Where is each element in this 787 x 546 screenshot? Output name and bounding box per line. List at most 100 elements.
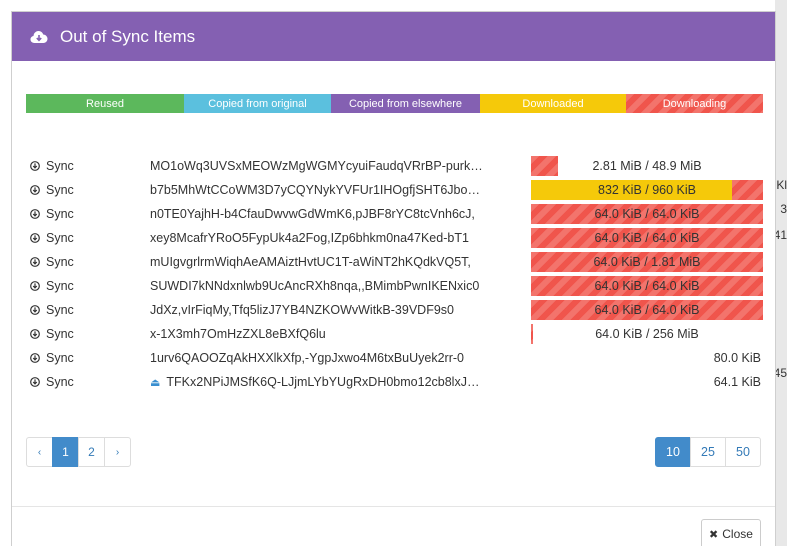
dialog-header: Out of Sync Items: [12, 12, 775, 61]
file-size: 80.0 KiB: [713, 351, 761, 365]
file-name: ⏏ TFKx2NPiJMSfK6Q-LJjmLYbYUgRxDH0bmo12cb8…: [150, 375, 522, 389]
cloud-download-icon: [30, 30, 48, 43]
page-size-10[interactable]: 10: [655, 437, 691, 467]
legend-copied-from-elsewhere: Copied from elsewhere: [331, 94, 480, 113]
dialog-title: Out of Sync Items: [60, 26, 196, 46]
list-item: Sync SUWDI7kNNdxnlwb9UcAncRXh8nqa,,BMimbP…: [30, 274, 763, 298]
file-name-text: x-1X3mh7OmHzZXL8eBXfQ6lu: [150, 327, 326, 341]
progress-text: 64.0 KiB / 64.0 KiB: [594, 207, 700, 221]
list-item: Sync MO1oWq3UVSxMEOWzMgWGMYcyuiFaudqVRrBP…: [30, 154, 763, 178]
sync-action[interactable]: Sync: [30, 375, 145, 389]
pagination: ‹ 1 2 ›: [26, 437, 131, 467]
page-size-50[interactable]: 50: [725, 437, 761, 467]
file-name: x-1X3mh7OmHzZXL8eBXfQ6lu: [150, 327, 522, 341]
sync-download-icon: [30, 209, 40, 219]
sync-label: Sync: [46, 351, 74, 365]
out-of-sync-dialog: Out of Sync Items Reused Copied from orig…: [11, 11, 776, 546]
sync-download-icon: [30, 353, 40, 363]
close-button[interactable]: ✖ Close: [701, 519, 761, 546]
sync-label: Sync: [46, 375, 74, 389]
sync-label: Sync: [46, 279, 74, 293]
progress-bar: 64.0 KiB / 64.0 KiB: [531, 228, 763, 248]
progress-bar: 64.0 KiB / 1.81 MiB: [531, 252, 763, 272]
progress-bar: 64.0 KiB / 256 MiB: [531, 324, 763, 344]
sync-download-icon: [30, 281, 40, 291]
file-name-text: xey8McafrYRoO5FypUk4a2Fog,IZp6bhkm0na47K…: [150, 231, 469, 245]
list-item: Sync mUIgvgrlrmWiqhAeAMAiztHvtUC1T-aWiNT2…: [30, 250, 763, 274]
file-name-text: TFKx2NPiJMSfK6Q-LJjmLYbYUgRxDH0bmo12cb8l…: [166, 375, 480, 389]
sync-label: Sync: [46, 255, 74, 269]
sync-action[interactable]: Sync: [30, 159, 145, 173]
sync-action[interactable]: Sync: [30, 279, 145, 293]
file-name-text: 1urv6QAOOZqAkHXXlkXfp,-YgpJxwo4M6txBuUye…: [150, 351, 464, 365]
sync-download-icon: [30, 185, 40, 195]
legend-downloaded: Downloaded: [480, 94, 626, 113]
sync-download-icon: [30, 305, 40, 315]
sync-action[interactable]: Sync: [30, 207, 145, 221]
progress-bar: 2.81 MiB / 48.9 MiB: [531, 156, 763, 176]
dialog-footer: ✖ Close: [12, 506, 775, 546]
file-name-text: MO1oWq3UVSxMEOWzMgWGMYcyuiFaudqVRrBP-pur…: [150, 159, 483, 173]
background-page-edge: Kl 3 41 45: [774, 0, 787, 546]
eject-icon: ⏏: [150, 377, 161, 389]
progress-text: 832 KiB / 960 KiB: [598, 183, 696, 197]
sync-label: Sync: [46, 327, 74, 341]
sync-action[interactable]: Sync: [30, 231, 145, 245]
list-item: Sync x-1X3mh7OmHzZXL8eBXfQ6lu 64.0 KiB / 2…: [30, 322, 763, 346]
pagination-page-1[interactable]: 1: [52, 437, 79, 467]
file-name: JdXz,vIrFiqMy,Tfq5lizJ7YB4NZKOWvWitkB-39…: [150, 303, 522, 317]
page-size-25[interactable]: 25: [690, 437, 726, 467]
list-item: Sync JdXz,vIrFiqMy,Tfq5lizJ7YB4NZKOWvWitk…: [30, 298, 763, 322]
file-name-text: JdXz,vIrFiqMy,Tfq5lizJ7YB4NZKOWvWitkB-39…: [150, 303, 454, 317]
pagination-prev[interactable]: ‹: [26, 437, 53, 467]
sync-label: Sync: [46, 303, 74, 317]
sync-label: Sync: [46, 183, 74, 197]
progress-text: 64.0 KiB / 64.0 KiB: [594, 279, 700, 293]
progress-text: 64.0 KiB / 64.0 KiB: [594, 303, 700, 317]
sync-action[interactable]: Sync: [30, 351, 145, 365]
out-of-sync-list: Sync MO1oWq3UVSxMEOWzMgWGMYcyuiFaudqVRrBP…: [30, 154, 763, 394]
progress-text: 64.0 KiB / 1.81 MiB: [593, 255, 701, 269]
status-legend: Reused Copied from original Copied from el…: [26, 94, 763, 113]
progress-text: 64.0 KiB / 256 MiB: [595, 327, 699, 341]
sync-action[interactable]: Sync: [30, 255, 145, 269]
sync-action[interactable]: Sync: [30, 327, 145, 341]
legend-copied-from-original: Copied from original: [184, 94, 331, 113]
list-item: Sync n0TE0YajhH-b4CfauDwvwGdWmK6,pJBF8rYC…: [30, 202, 763, 226]
sync-label: Sync: [46, 207, 74, 221]
sync-download-icon: [30, 161, 40, 171]
file-name: 1urv6QAOOZqAkHXXlkXfp,-YgpJxwo4M6txBuUye…: [150, 351, 522, 365]
file-name-text: b7b5MhWtCCoWM3D7yCQYNykYVFUr1IHOgfjSHT6J…: [150, 183, 480, 197]
close-button-label: Close: [722, 527, 753, 541]
list-item: Sync b7b5MhWtCCoWM3D7yCQYNykYVFUr1IHOgfjS…: [30, 178, 763, 202]
sync-download-icon: [30, 329, 40, 339]
sync-download-icon: [30, 257, 40, 267]
file-name: n0TE0YajhH-b4CfauDwvwGdWmK6,pJBF8rYC8tcV…: [150, 207, 522, 221]
list-item: Sync ⏏ TFKx2NPiJMSfK6Q-LJjmLYbYUgRxDH0bmo1…: [30, 370, 763, 394]
file-name-text: mUIgvgrlrmWiqhAeAMAiztHvtUC1T-aWiNT2hKQd…: [150, 255, 471, 269]
sync-download-icon: [30, 233, 40, 243]
sync-action[interactable]: Sync: [30, 303, 145, 317]
pagination-next[interactable]: ›: [104, 437, 131, 467]
pagination-page-2[interactable]: 2: [78, 437, 105, 467]
progress-bar: 64.0 KiB / 64.0 KiB: [531, 276, 763, 296]
legend-downloading: Downloading: [626, 94, 763, 113]
progress-bar: 64.0 KiB / 64.0 KiB: [531, 300, 763, 320]
sync-download-icon: [30, 377, 40, 387]
list-item: Sync xey8McafrYRoO5FypUk4a2Fog,IZp6bhkm0n…: [30, 226, 763, 250]
file-name-text: SUWDI7kNNdxnlwb9UcAncRXh8nqa,,BMimbPwnIK…: [150, 279, 480, 293]
legend-reused: Reused: [26, 94, 184, 113]
progress-text: 64.0 KiB / 64.0 KiB: [594, 231, 700, 245]
file-size: 64.1 KiB: [713, 375, 761, 389]
sync-label: Sync: [46, 159, 74, 173]
list-item: Sync 1urv6QAOOZqAkHXXlkXfp,-YgpJxwo4M6txB…: [30, 346, 763, 370]
page-size-selector: 10 25 50: [655, 437, 761, 467]
sync-label: Sync: [46, 231, 74, 245]
file-name: MO1oWq3UVSxMEOWzMgWGMYcyuiFaudqVRrBP-pur…: [150, 159, 522, 173]
progress-bar: 64.0 KiB / 64.0 KiB: [531, 204, 763, 224]
file-name: mUIgvgrlrmWiqhAeAMAiztHvtUC1T-aWiNT2hKQd…: [150, 255, 522, 269]
close-icon: ✖: [709, 528, 719, 541]
file-name-text: n0TE0YajhH-b4CfauDwvwGdWmK6,pJBF8rYC8tcV…: [150, 207, 475, 221]
file-name: xey8McafrYRoO5FypUk4a2Fog,IZp6bhkm0na47K…: [150, 231, 522, 245]
sync-action[interactable]: Sync: [30, 183, 145, 197]
